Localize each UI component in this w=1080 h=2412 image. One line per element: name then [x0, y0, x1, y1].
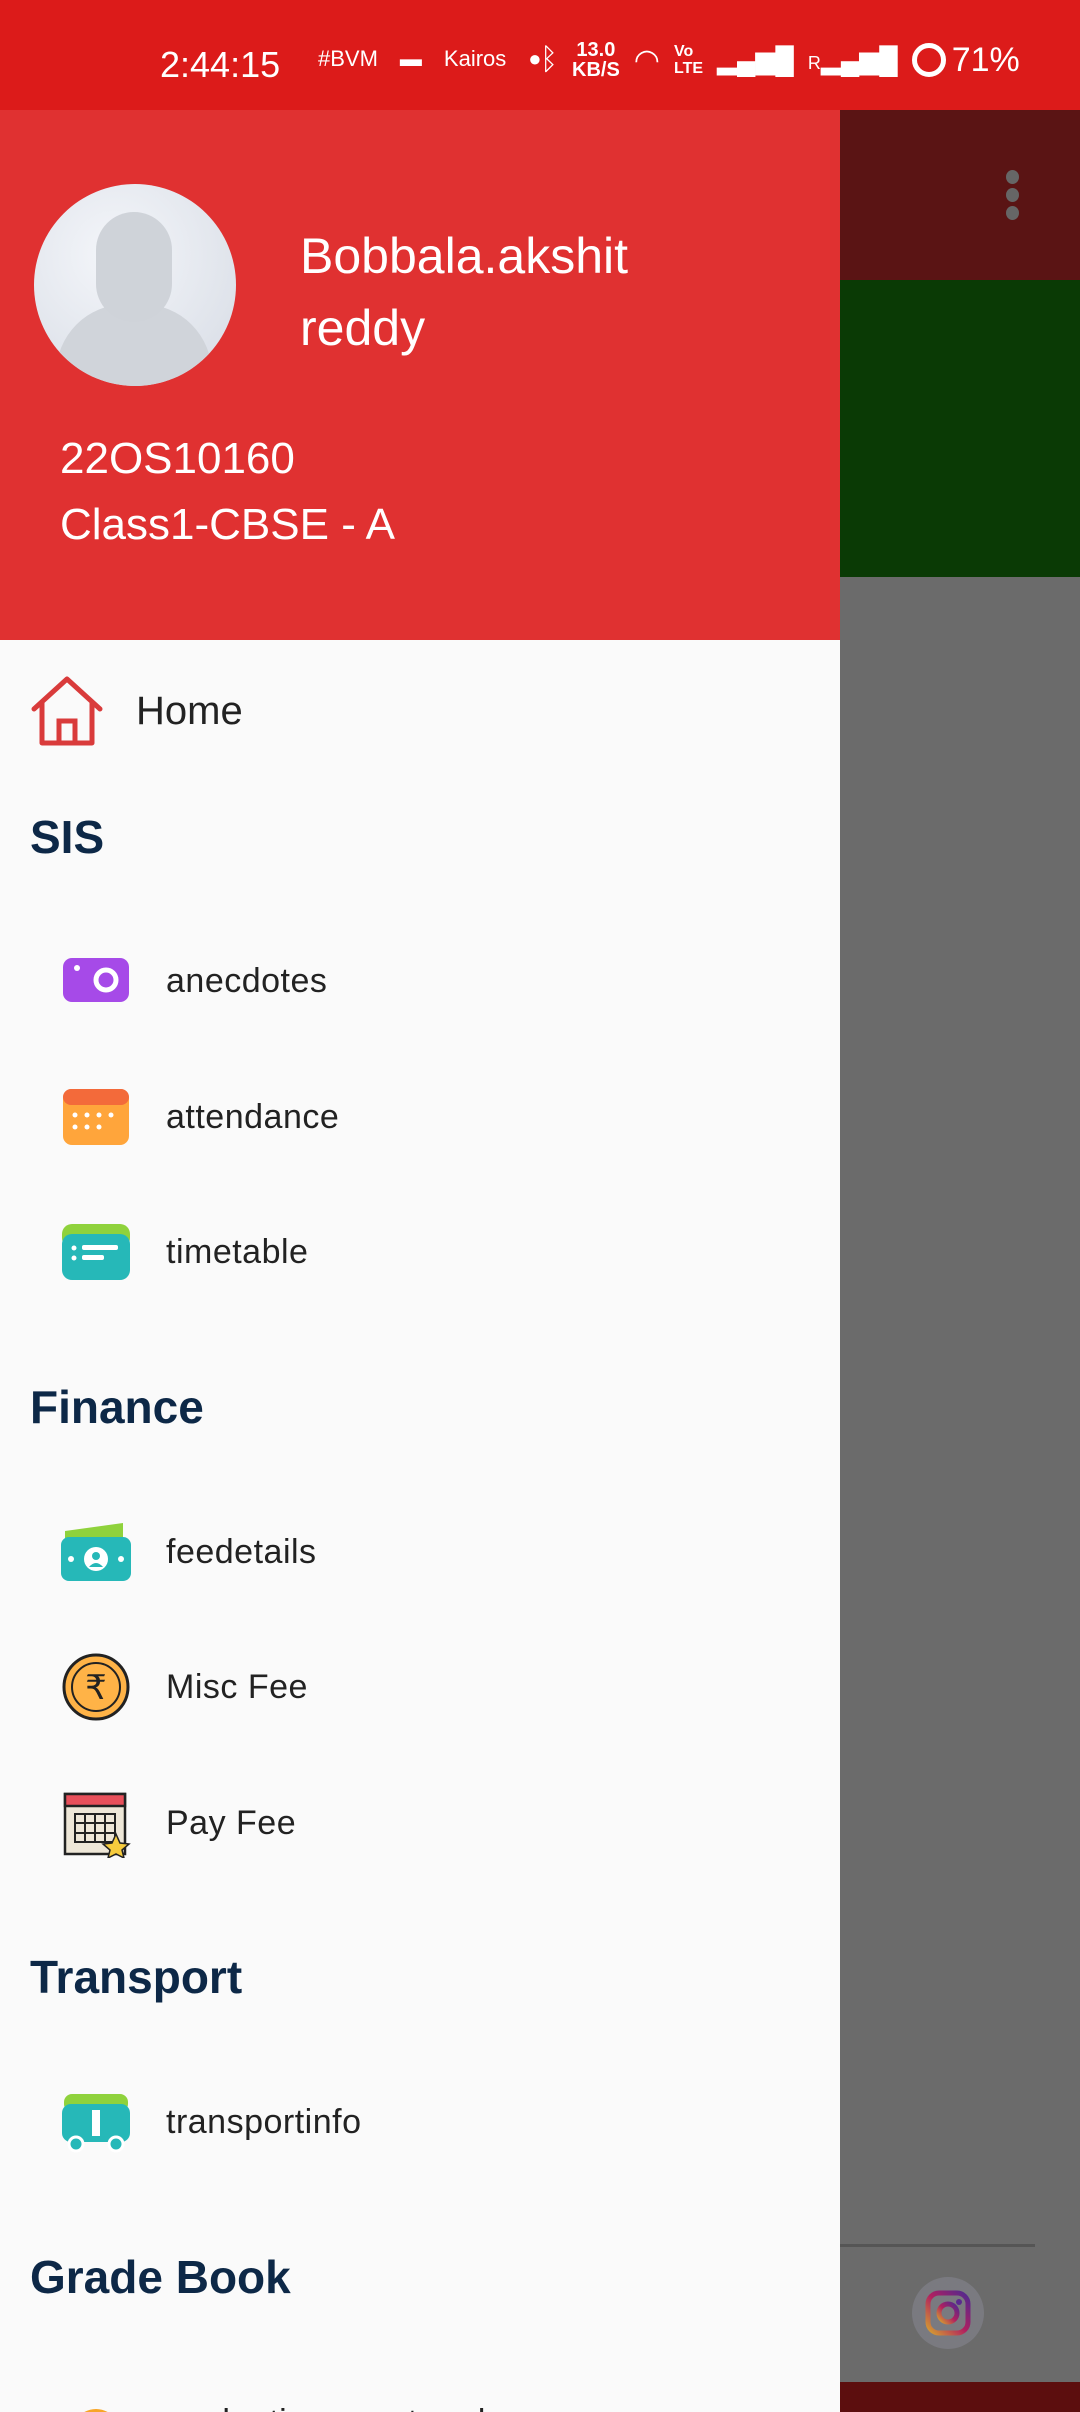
menu-item-evaluationreportcard[interactable]: evaluationreportcard — [0, 2372, 840, 2412]
home-icon — [31, 676, 103, 746]
divider — [840, 2244, 1035, 2247]
section-title-grade-book: Grade Book — [30, 2251, 291, 2303]
user-details: 22OS10160 Class1-CBSE - A — [60, 426, 395, 558]
menu-item-pay-fee[interactable]: Pay Fee — [0, 1773, 840, 1873]
clock: 2:44:15 — [160, 44, 281, 85]
calendar-star-icon — [58, 1788, 134, 1858]
notification-icons: #BVM ▬ Kairos ● — [318, 46, 542, 72]
bvm-logo-icon: #BVM — [318, 46, 378, 71]
wifi-icon: ◠ — [633, 43, 660, 77]
background-banner — [840, 280, 1080, 577]
signal-roaming-icon: R▂▄▆█ — [807, 44, 898, 75]
instagram-icon[interactable] — [912, 2277, 984, 2349]
menu-item-misc-fee[interactable]: ₹ Misc Fee — [0, 1637, 840, 1737]
rainbow-icon — [58, 2387, 134, 2412]
menu-item-home[interactable]: Home — [0, 666, 840, 756]
avatar[interactable] — [34, 184, 236, 386]
drawer-header: Bobbala.akshit reddy 22OS10160 Class1-CB… — [0, 110, 840, 640]
bus-icon — [58, 2087, 134, 2157]
speed-value: 13.0 — [576, 39, 616, 61]
student-class: Class1-CBSE - A — [60, 500, 395, 549]
menu-item-label: feedetails — [166, 1532, 317, 1571]
more-options-icon[interactable] — [1006, 170, 1020, 224]
section-title-transport: Transport — [30, 1951, 243, 2003]
status-bar: 2:44:15 #BVM ▬ Kairos ● ᛒ 13.0 KB/S ◠ Vo L… — [0, 0, 1080, 110]
battery-ring-icon — [911, 43, 946, 77]
student-id: 22OS10160 — [60, 434, 295, 483]
network-speed: 13.0 KB/S — [572, 40, 620, 80]
menu-item-timetable[interactable]: timetable — [0, 1202, 840, 1302]
menu-item-label: transportinfo — [166, 2102, 362, 2141]
menu-item-anecdotes[interactable]: anecdotes — [0, 931, 840, 1031]
background-toolbar — [840, 110, 1080, 280]
menu-item-label: attendance — [166, 1097, 340, 1136]
menu-item-label: Pay Fee — [166, 1803, 297, 1842]
section-title-sis: SIS — [30, 811, 105, 863]
menu-item-label: anecdotes — [166, 961, 328, 1000]
roaming-label: R — [807, 52, 821, 73]
timetable-icon — [58, 1217, 134, 1287]
bluetooth-icon: ᛒ — [540, 43, 558, 76]
menu-item-label: Home — [136, 688, 243, 733]
menu-item-transportinfo[interactable]: transportinfo — [0, 2072, 840, 2172]
countryside-logo-icon: ▬ — [399, 46, 422, 71]
background-bottom-bar — [840, 2382, 1080, 2412]
menu-item-label: timetable — [166, 1232, 309, 1271]
user-name: Bobbala.akshit reddy — [300, 228, 629, 356]
camera-icon — [58, 946, 134, 1016]
navigation-drawer: Bobbala.akshit reddy 22OS10160 Class1-CB… — [0, 110, 840, 2412]
menu-item-feedetails[interactable]: feedetails — [0, 1502, 840, 1602]
speed-unit: KB/S — [572, 59, 620, 81]
menu-item-label: Misc Fee — [166, 1667, 308, 1706]
volte-icon: Vo LTE — [673, 43, 704, 77]
signal-icon: ▂▄▆█ — [717, 44, 794, 75]
svg-text:₹: ₹ — [85, 1668, 107, 1708]
rupee-coin-icon: ₹ — [58, 1652, 134, 1722]
section-title-finance: Finance — [30, 1381, 204, 1433]
wallet-icon — [58, 1517, 134, 1587]
menu-item-attendance[interactable]: attendance — [0, 1067, 840, 1167]
menu-item-label: evaluationreportcard — [166, 2403, 486, 2412]
calendar-icon — [58, 1082, 134, 1152]
kairos-logo-icon: Kairos — [443, 46, 507, 71]
battery-percent: 71% — [951, 40, 1020, 79]
